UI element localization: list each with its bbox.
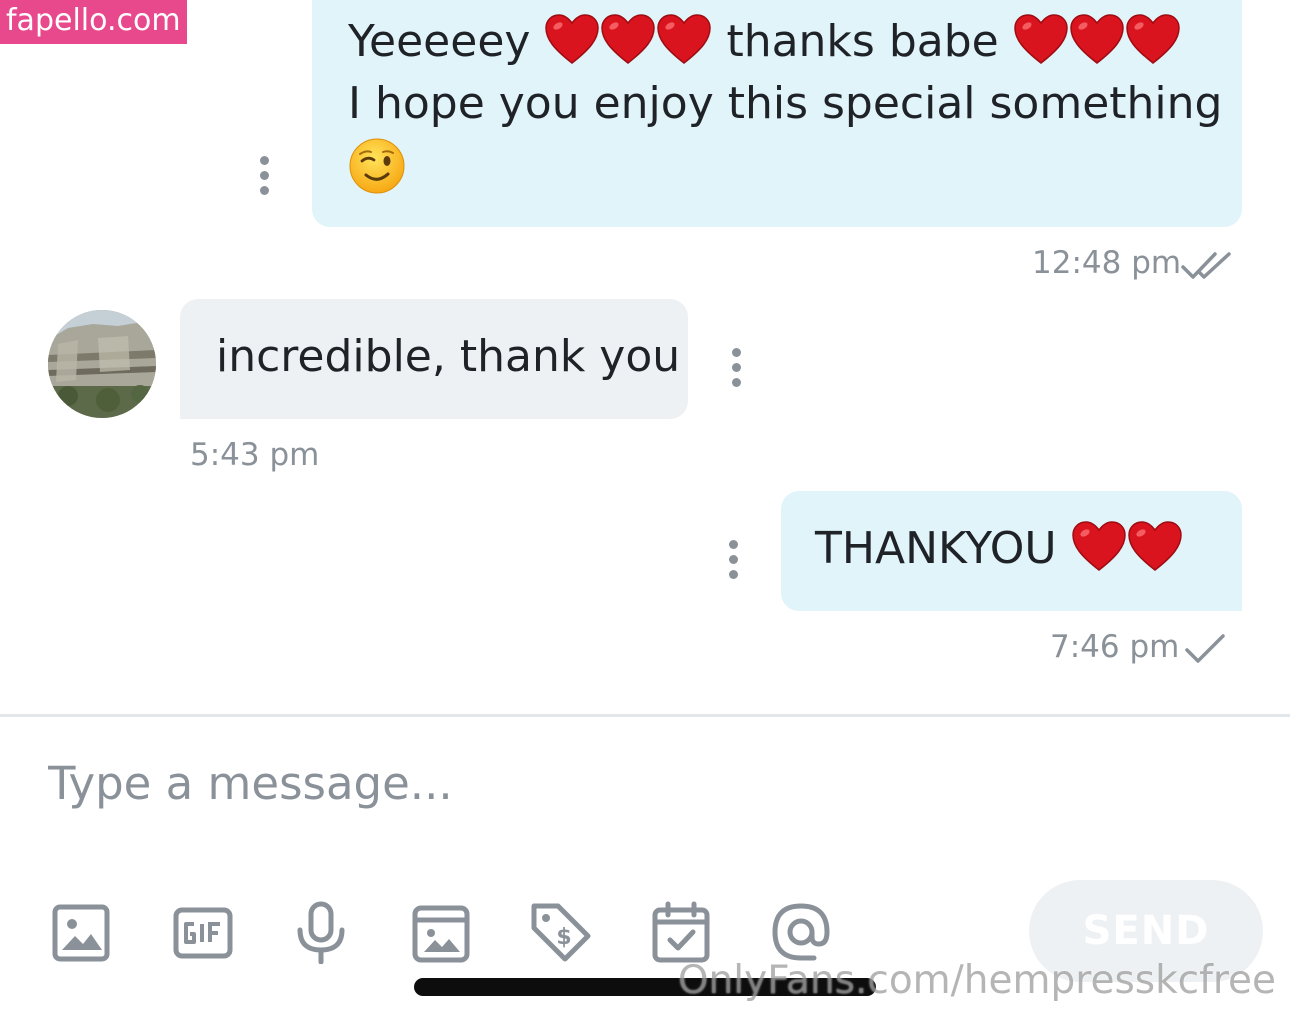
- microphone-icon[interactable]: [290, 900, 352, 964]
- svg-text:$: $: [556, 925, 571, 950]
- red-heart-icon: [544, 13, 600, 67]
- message-timestamp: 7:46 pm: [1050, 629, 1180, 665]
- message-line: Yeeeeey thanks babe: [348, 12, 1181, 72]
- message-text: I hope you enjoy this special something: [348, 78, 1223, 129]
- message-text: THANKYOU: [815, 523, 1057, 574]
- message-line: [348, 134, 406, 195]
- outgoing-message-bubble[interactable]: Yeeeeey thanks babe I hope you enjoy thi…: [312, 0, 1242, 227]
- message-text: Yeeeeey: [348, 16, 531, 67]
- price-tag-icon[interactable]: $: [530, 900, 592, 964]
- message-line: THANKYOU: [815, 519, 1183, 579]
- message-options-icon[interactable]: [729, 348, 743, 388]
- outgoing-message-bubble[interactable]: THANKYOU: [781, 491, 1242, 611]
- message-timestamp: 12:48 pm: [1032, 245, 1182, 281]
- red-heart-icon: [1069, 13, 1125, 67]
- message-options-icon[interactable]: [257, 156, 271, 196]
- image-icon[interactable]: [50, 900, 112, 964]
- message-text: thanks babe: [726, 16, 999, 67]
- watermark-bottom: OnlyFans.com/hempresskcfree: [677, 958, 1276, 1003]
- message-timestamp: 5:43 pm: [190, 437, 320, 473]
- chat-screen: fapello.com Yeeeeey thanks babe I hope y…: [0, 0, 1290, 1017]
- winking-face-icon: [348, 137, 406, 195]
- single-check-icon: [1185, 634, 1225, 663]
- watermark-top: fapello.com: [0, 0, 187, 44]
- gif-icon[interactable]: [172, 900, 234, 964]
- incoming-message-bubble[interactable]: incredible, thank you: [180, 299, 688, 419]
- red-heart-icon: [600, 13, 656, 67]
- message-input[interactable]: [48, 752, 948, 814]
- schedule-icon[interactable]: [650, 900, 712, 964]
- message-text: incredible, thank you: [216, 331, 681, 382]
- message-options-icon[interactable]: [726, 540, 740, 580]
- red-heart-icon: [1071, 520, 1127, 574]
- double-check-icon: [1181, 252, 1231, 279]
- red-heart-icon: [1013, 13, 1069, 67]
- mention-icon[interactable]: [770, 900, 832, 964]
- avatar[interactable]: [48, 310, 156, 418]
- vault-icon[interactable]: [410, 900, 472, 964]
- composer-divider: [0, 714, 1290, 717]
- red-heart-icon: [1127, 520, 1183, 574]
- red-heart-icon: [1125, 13, 1181, 67]
- red-heart-icon: [656, 13, 712, 67]
